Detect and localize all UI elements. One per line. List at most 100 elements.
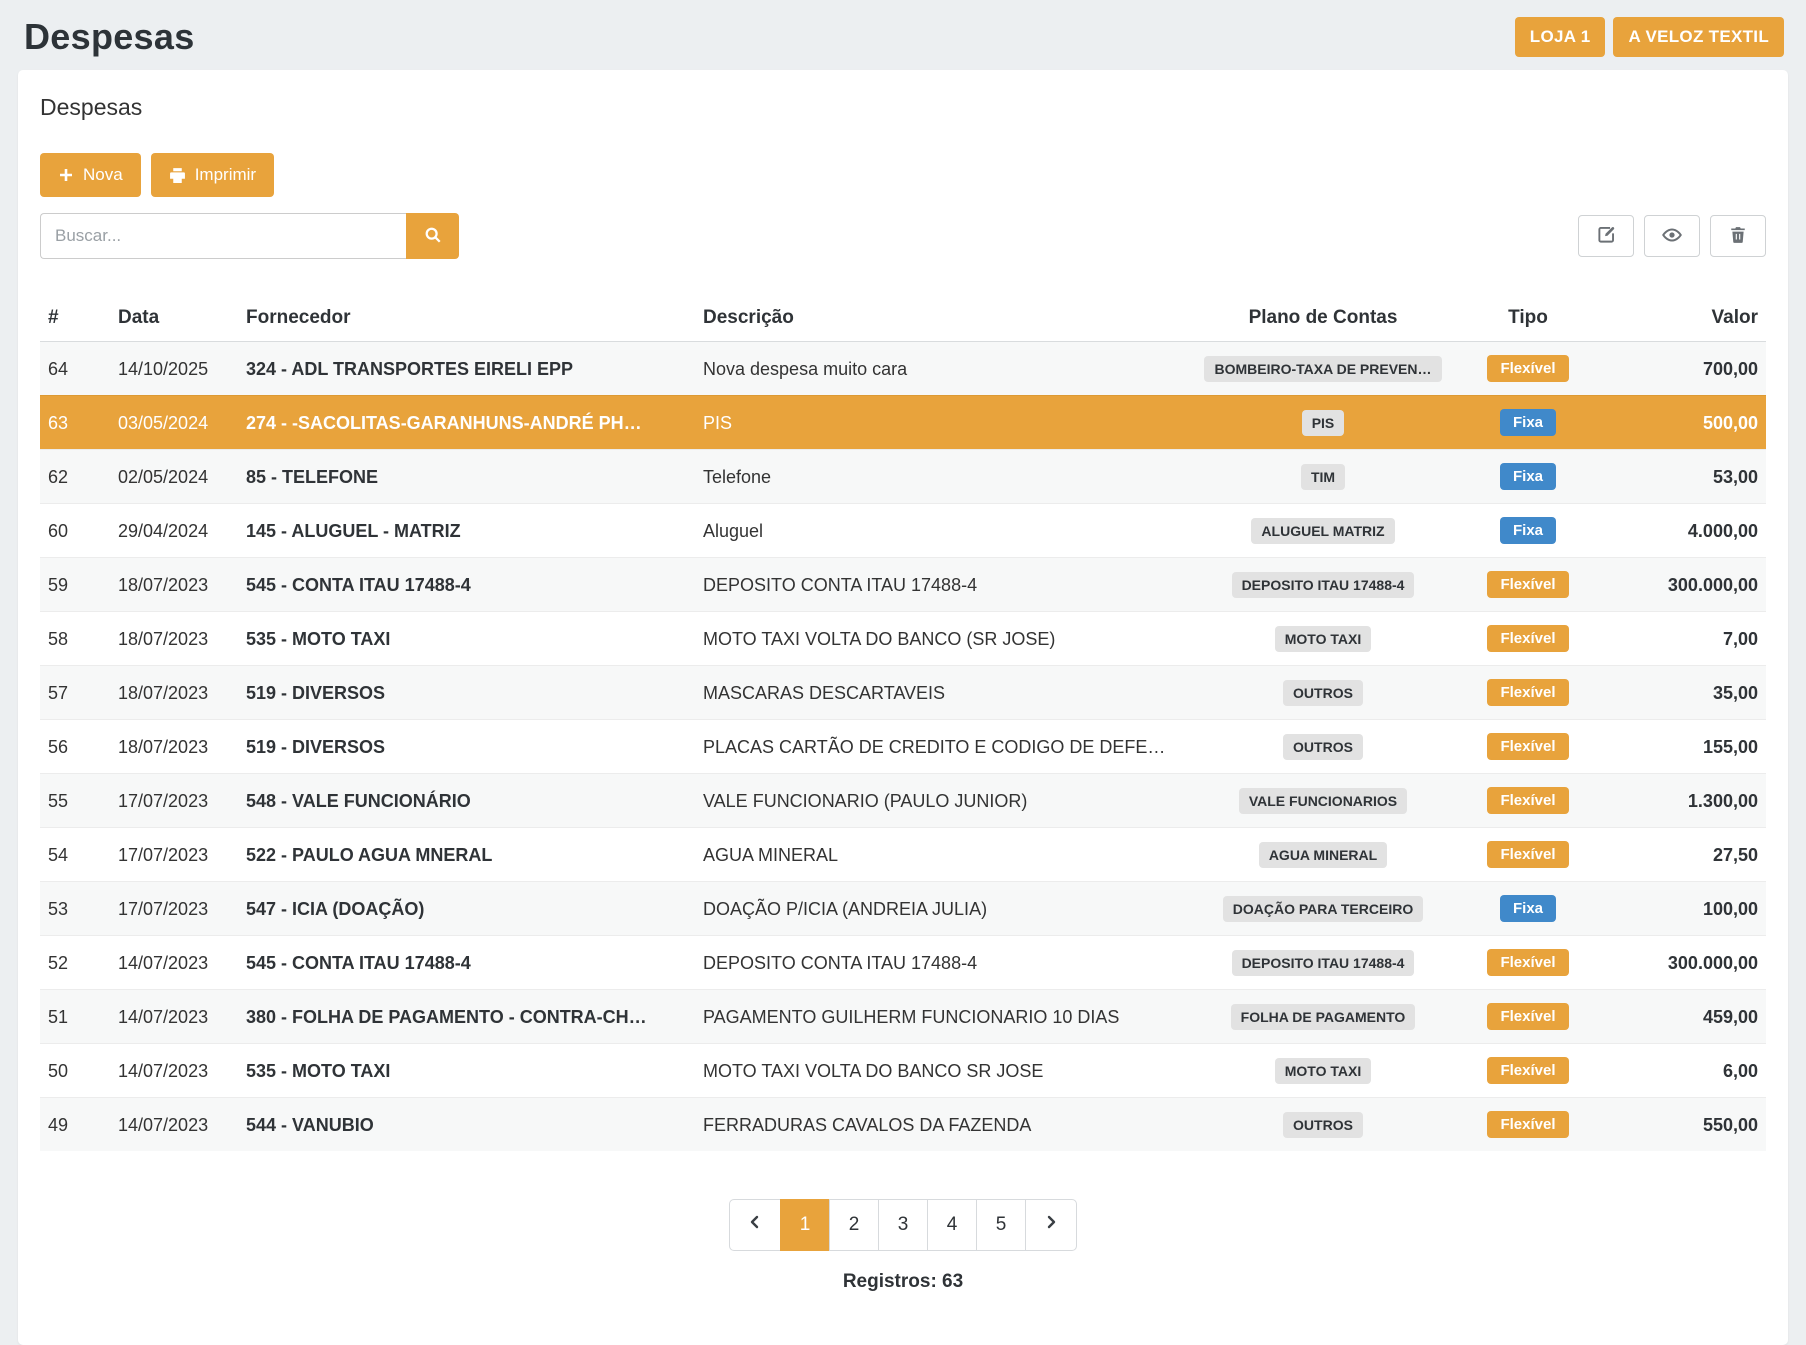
- cell-descricao: DEPOSITO CONTA ITAU 17488-4: [695, 558, 1180, 612]
- cell-tipo: Flexível: [1466, 990, 1590, 1044]
- cell-fornecedor: 548 - VALE FUNCIONÁRIO: [238, 774, 695, 828]
- cell-date: 18/07/2023: [110, 720, 238, 774]
- store-button[interactable]: LOJA 1: [1515, 17, 1606, 57]
- cell-plano: FOLHA DE PAGAMENTO: [1180, 990, 1466, 1044]
- pagination: 12345: [18, 1199, 1788, 1251]
- cell-descricao: Nova despesa muito cara: [695, 342, 1180, 396]
- cell-fornecedor: 522 - PAULO AGUA MNERAL: [238, 828, 695, 882]
- tipo-badge: Flexível: [1487, 1111, 1568, 1138]
- cell-id: 58: [40, 612, 110, 666]
- search-icon: [424, 226, 442, 247]
- plano-badge: DEPOSITO ITAU 17488-4: [1232, 950, 1415, 976]
- view-button[interactable]: [1644, 215, 1700, 257]
- pagination-page-3[interactable]: 3: [878, 1199, 928, 1251]
- table-row[interactable]: 5317/07/2023547 - ICIA (DOAÇÃO)DOAÇÃO P/…: [40, 882, 1766, 936]
- search-input[interactable]: [40, 213, 406, 259]
- table-row[interactable]: 5918/07/2023545 - CONTA ITAU 17488-4DEPO…: [40, 558, 1766, 612]
- table-row[interactable]: 5214/07/2023545 - CONTA ITAU 17488-4DEPO…: [40, 936, 1766, 990]
- pagination-page-2[interactable]: 2: [829, 1199, 879, 1251]
- cell-fornecedor: 544 - VANUBIO: [238, 1098, 695, 1152]
- table-row[interactable]: 5517/07/2023548 - VALE FUNCIONÁRIOVALE F…: [40, 774, 1766, 828]
- cell-descricao: MOTO TAXI VOLTA DO BANCO SR JOSE: [695, 1044, 1180, 1098]
- pagination-next[interactable]: [1025, 1199, 1077, 1251]
- page-header: Despesas LOJA 1 A VELOZ TEXTIL: [0, 0, 1806, 70]
- cell-valor: 500,00: [1590, 396, 1766, 450]
- table-row[interactable]: 5818/07/2023535 - MOTO TAXIMOTO TAXI VOL…: [40, 612, 1766, 666]
- table-row[interactable]: 5718/07/2023519 - DIVERSOSMASCARAS DESCA…: [40, 666, 1766, 720]
- cell-valor: 7,00: [1590, 612, 1766, 666]
- delete-button[interactable]: [1710, 215, 1766, 257]
- plano-badge: AGUA MINERAL: [1259, 842, 1387, 868]
- print-button[interactable]: Imprimir: [151, 153, 274, 197]
- cell-date: 14/07/2023: [110, 1044, 238, 1098]
- table-row[interactable]: 6414/10/2025324 - ADL TRANSPORTES EIRELI…: [40, 342, 1766, 396]
- cell-plano: BOMBEIRO-TAXA DE PREVEN…: [1180, 342, 1466, 396]
- tipo-badge: Fixa: [1500, 463, 1556, 490]
- cell-fornecedor: 324 - ADL TRANSPORTES EIRELI EPP: [238, 342, 695, 396]
- cell-id: 59: [40, 558, 110, 612]
- cell-tipo: Flexível: [1466, 1044, 1590, 1098]
- pagination-page-5[interactable]: 5: [976, 1199, 1026, 1251]
- tipo-badge: Fixa: [1500, 517, 1556, 544]
- cell-fornecedor: 274 - -SACOLITAS-GARANHUNS-ANDRÉ PH…: [238, 396, 695, 450]
- cell-valor: 700,00: [1590, 342, 1766, 396]
- cell-id: 63: [40, 396, 110, 450]
- cell-plano: TIM: [1180, 450, 1466, 504]
- new-expense-button[interactable]: Nova: [40, 153, 141, 197]
- pagination-page-4[interactable]: 4: [927, 1199, 977, 1251]
- table-row[interactable]: 5014/07/2023535 - MOTO TAXIMOTO TAXI VOL…: [40, 1044, 1766, 1098]
- cell-plano: DEPOSITO ITAU 17488-4: [1180, 936, 1466, 990]
- cell-plano: VALE FUNCIONARIOS: [1180, 774, 1466, 828]
- table-row[interactable]: 5114/07/2023380 - FOLHA DE PAGAMENTO - C…: [40, 990, 1766, 1044]
- cell-valor: 100,00: [1590, 882, 1766, 936]
- toolbar: Nova Imprimir: [18, 127, 1788, 197]
- column-header-data: Data: [110, 295, 238, 342]
- header-buttons: LOJA 1 A VELOZ TEXTIL: [1515, 17, 1784, 57]
- search-button[interactable]: [406, 213, 459, 259]
- edit-button[interactable]: [1578, 215, 1634, 257]
- pagination-prev[interactable]: [729, 1199, 781, 1251]
- cell-date: 17/07/2023: [110, 828, 238, 882]
- table-row[interactable]: 6029/04/2024145 - ALUGUEL - MATRIZAlugue…: [40, 504, 1766, 558]
- cell-fornecedor: 547 - ICIA (DOAÇÃO): [238, 882, 695, 936]
- printer-icon: [169, 167, 186, 184]
- cell-valor: 35,00: [1590, 666, 1766, 720]
- new-expense-label: Nova: [83, 165, 123, 185]
- cell-id: 64: [40, 342, 110, 396]
- cell-tipo: Flexível: [1466, 774, 1590, 828]
- cell-tipo: Flexível: [1466, 936, 1590, 990]
- cell-tipo: Flexível: [1466, 342, 1590, 396]
- pagination-page-1[interactable]: 1: [780, 1199, 830, 1251]
- table-row[interactable]: 5618/07/2023519 - DIVERSOSPLACAS CARTÃO …: [40, 720, 1766, 774]
- cell-plano: OUTROS: [1180, 720, 1466, 774]
- cell-descricao: Telefone: [695, 450, 1180, 504]
- cell-tipo: Fixa: [1466, 882, 1590, 936]
- expenses-card: Despesas Nova Imprimir: [18, 70, 1788, 1345]
- plano-badge: DEPOSITO ITAU 17488-4: [1232, 572, 1415, 598]
- cell-plano: ALUGUEL MATRIZ: [1180, 504, 1466, 558]
- column-header-id: #: [40, 295, 110, 342]
- cell-fornecedor: 545 - CONTA ITAU 17488-4: [238, 936, 695, 990]
- cell-id: 62: [40, 450, 110, 504]
- plano-badge: OUTROS: [1283, 1112, 1363, 1138]
- chevron-left-icon: [747, 1214, 763, 1236]
- table-row[interactable]: 4914/07/2023544 - VANUBIOFERRADURAS CAVA…: [40, 1098, 1766, 1152]
- cell-date: 14/07/2023: [110, 936, 238, 990]
- cell-valor: 550,00: [1590, 1098, 1766, 1152]
- cell-fornecedor: 535 - MOTO TAXI: [238, 1044, 695, 1098]
- cell-id: 51: [40, 990, 110, 1044]
- cell-valor: 155,00: [1590, 720, 1766, 774]
- tipo-badge: Flexível: [1487, 733, 1568, 760]
- cell-descricao: VALE FUNCIONARIO (PAULO JUNIOR): [695, 774, 1180, 828]
- cell-date: 17/07/2023: [110, 774, 238, 828]
- company-button[interactable]: A VELOZ TEXTIL: [1613, 17, 1784, 57]
- plano-badge: FOLHA DE PAGAMENTO: [1231, 1004, 1416, 1030]
- table-row[interactable]: 6303/05/2024274 - -SACOLITAS-GARANHUNS-A…: [40, 396, 1766, 450]
- column-header-valor: Valor: [1590, 295, 1766, 342]
- cell-id: 49: [40, 1098, 110, 1152]
- cell-plano: AGUA MINERAL: [1180, 828, 1466, 882]
- table-row[interactable]: 6202/05/202485 - TELEFONETelefoneTIMFixa…: [40, 450, 1766, 504]
- table-row[interactable]: 5417/07/2023522 - PAULO AGUA MNERALAGUA …: [40, 828, 1766, 882]
- tipo-badge: Flexível: [1487, 571, 1568, 598]
- cell-fornecedor: 145 - ALUGUEL - MATRIZ: [238, 504, 695, 558]
